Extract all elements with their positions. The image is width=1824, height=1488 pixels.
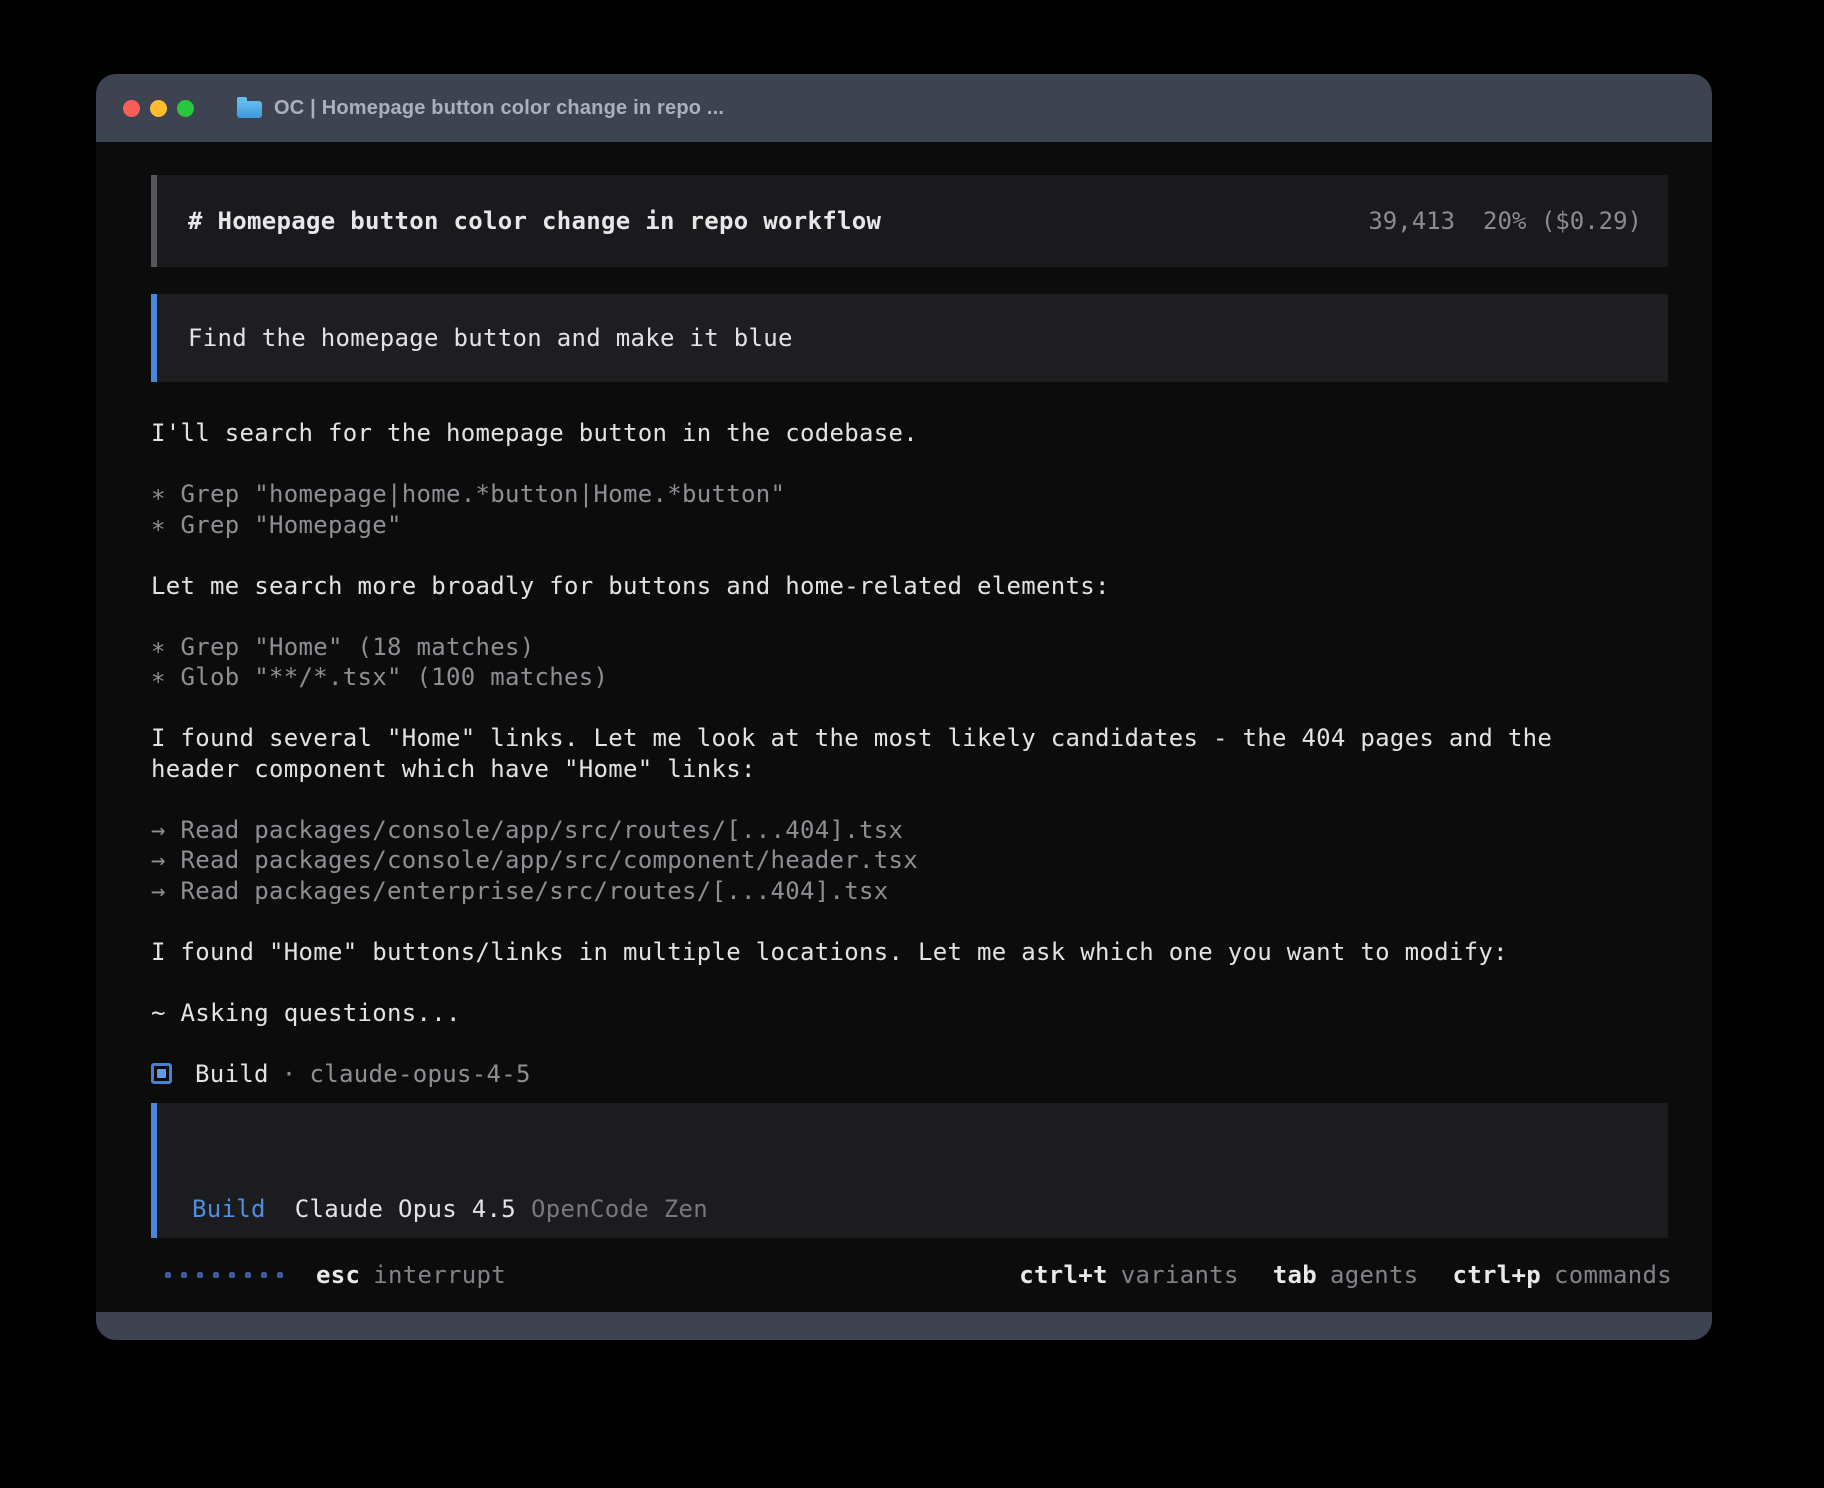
- spinner-dots-icon: [165, 1272, 283, 1278]
- shortcut-label: commands: [1554, 1261, 1672, 1289]
- tool-call-group: → Read packages/console/app/src/routes/[…: [151, 815, 1668, 907]
- shortcut-variants: ctrl+t variants: [1019, 1261, 1239, 1289]
- shortcut-label: variants: [1121, 1261, 1239, 1289]
- tool-call-grep: ∗ Grep "Home" (18 matches): [151, 632, 1668, 663]
- tool-call-read: → Read packages/console/app/src/componen…: [151, 845, 1668, 876]
- window-titlebar[interactable]: OC | Homepage button color change in rep…: [96, 74, 1712, 142]
- context-cost: 20% ($0.29): [1483, 207, 1642, 235]
- status-bar-right: ctrl+t variants tab agents ctrl+p comman…: [985, 1261, 1672, 1289]
- token-count: 39,413: [1368, 207, 1455, 235]
- assistant-paragraph: I'll search for the homepage button in t…: [151, 418, 1668, 449]
- user-message-text: Find the homepage button and make it blu…: [188, 324, 793, 352]
- shortcut-commands: ctrl+p commands: [1453, 1261, 1673, 1289]
- input-model: Claude Opus 4.5: [295, 1195, 516, 1223]
- folder-icon: [237, 101, 262, 118]
- separator-dot: ·: [282, 1059, 297, 1090]
- agent-model: claude-opus-4-5: [310, 1059, 531, 1090]
- session-title: # Homepage button color change in repo w…: [188, 207, 881, 235]
- close-button[interactable]: [123, 100, 140, 117]
- shortcut-key: ctrl+p: [1453, 1261, 1542, 1289]
- assistant-paragraph: I found several "Home" links. Let me loo…: [151, 723, 1668, 784]
- assistant-paragraph: Let me search more broadly for buttons a…: [151, 571, 1668, 602]
- input-meta: Build Claude Opus 4.5 OpenCode Zen: [192, 1195, 708, 1223]
- esc-key-hint: esc: [316, 1261, 360, 1289]
- input-mode: Build: [192, 1195, 266, 1223]
- tool-call-read: → Read packages/console/app/src/routes/[…: [151, 815, 1668, 846]
- tool-call-group: ∗ Grep "Home" (18 matches) ∗ Glob "**/*.…: [151, 632, 1668, 693]
- user-message: Find the homepage button and make it blu…: [151, 294, 1668, 382]
- minimize-button[interactable]: [150, 100, 167, 117]
- window-controls: [123, 100, 194, 117]
- status-bar-left: esc interrupt: [165, 1261, 506, 1289]
- session-stats: 39,413 20% ($0.29): [1368, 207, 1642, 235]
- agent-build-icon: [151, 1063, 172, 1084]
- shortcut-label: agents: [1330, 1261, 1419, 1289]
- window-title-group: OC | Homepage button color change in rep…: [237, 97, 724, 120]
- prompt-input[interactable]: Build Claude Opus 4.5 OpenCode Zen: [151, 1103, 1668, 1238]
- tool-call-read: → Read packages/enterprise/src/routes/[.…: [151, 876, 1668, 907]
- agent-status-row: Build · claude-opus-4-5: [151, 1059, 1668, 1090]
- paragraph-line: header component which have "Home" links…: [151, 754, 1668, 785]
- shortcut-key: ctrl+t: [1019, 1261, 1108, 1289]
- shortcut-agents: tab agents: [1273, 1261, 1419, 1289]
- agent-name: Build: [195, 1059, 269, 1090]
- assistant-transcript: I'll search for the homepage button in t…: [151, 418, 1668, 1089]
- terminal-content: # Homepage button color change in repo w…: [96, 142, 1712, 1238]
- status-bar: esc interrupt ctrl+t variants tab agents…: [96, 1238, 1712, 1312]
- asking-status: ~ Asking questions...: [151, 998, 1668, 1029]
- input-provider: OpenCode Zen: [531, 1195, 708, 1223]
- session-header: # Homepage button color change in repo w…: [151, 175, 1668, 267]
- terminal-window: OC | Homepage button color change in rep…: [96, 74, 1712, 1340]
- shortcut-key: tab: [1273, 1261, 1317, 1289]
- tool-call-glob: ∗ Glob "**/*.tsx" (100 matches): [151, 662, 1668, 693]
- tool-call-grep: ∗ Grep "homepage|home.*button|Home.*butt…: [151, 479, 1668, 510]
- tool-call-grep: ∗ Grep "Homepage": [151, 510, 1668, 541]
- window-bottom-chrome: [96, 1312, 1712, 1340]
- tool-call-group: ∗ Grep "homepage|home.*button|Home.*butt…: [151, 479, 1668, 540]
- zoom-button[interactable]: [177, 100, 194, 117]
- esc-key-label: interrupt: [373, 1261, 506, 1289]
- assistant-paragraph: I found "Home" buttons/links in multiple…: [151, 937, 1668, 968]
- paragraph-line: I found several "Home" links. Let me loo…: [151, 723, 1668, 754]
- window-title: OC | Homepage button color change in rep…: [274, 97, 724, 120]
